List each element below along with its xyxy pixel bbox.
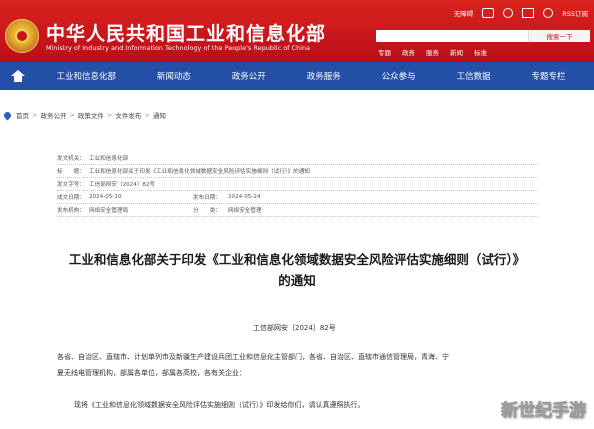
info-label: 发文字号： [57,182,85,188]
nav-item-open-gov[interactable]: 政务公开 [232,70,266,82]
info-value: 网络安全管理局 [89,208,129,214]
search-input[interactable] [376,30,528,42]
site-subtitle: Ministry of Industry and Information Tec… [46,44,311,52]
info-label: 发布机构： [57,208,85,214]
quick-link-affairs[interactable]: 政务 [402,47,415,57]
main-nav: 工业和信息化部 新闻动态 政务公开 政务服务 公众参与 工信数据 专题专栏 [0,62,594,90]
home-icon [11,70,25,82]
info-label: 分 类： [193,208,221,214]
info-row-title: 标 题： 工业和信息化部关于印发《工业和信息化领域数据安全风险评估实施细则（试行… [57,165,538,178]
site-header: 中华人民共和国工业和信息化部 Ministry of Industry and … [0,0,594,62]
wechat-icon[interactable] [503,8,514,18]
document-recipients-cont: 夏无线电管理机构，部属各单位，部属各高校，各有关企业： [57,369,246,377]
national-emblem-logo[interactable] [5,19,39,53]
info-row-publisher: 发布机构： 网络安全管理局 分 类： 网络安全管理 [57,204,538,217]
quick-link-topic[interactable]: 专题 [378,47,391,57]
info-label: 标 题： [57,169,85,175]
breadcrumb-open-gov[interactable]: 政务公开 [40,110,66,120]
breadcrumb: 首页 > 政务公开 > 政策文件 > 文件发布 > 通知 [2,110,166,120]
rss-link[interactable]: RSS订阅 [562,8,588,18]
breadcrumb-separator: > [144,111,150,119]
breadcrumb-policy[interactable]: 政策文件 [78,110,104,120]
document-title-cont: 的通知 [278,273,316,288]
info-value: 工业和信息化部 [89,156,129,162]
info-value: 工信部网安〔2024〕82号 [89,182,156,188]
document-info-table: 发文机关： 工业和信息化部 标 题： 工业和信息化部关于印发《工业和信息化领域数… [57,152,538,217]
mobile-icon[interactable] [543,8,554,18]
breadcrumb-release[interactable]: 文件发布 [115,110,141,120]
info-label: 发布日期： [193,195,221,201]
nav-item-participation[interactable]: 公众参与 [382,70,416,82]
breadcrumb-separator: > [106,111,113,119]
top-links: 无障碍 RSS订阅 [454,8,588,18]
document-body-text: 现将《工业和信息化领域数据安全风险评估实施细则（试行）》印发给你们，请认真遵照执… [74,401,365,409]
document-title: 工业和信息化部关于印发《工业和信息化领域数据安全风险评估实施细则（试行）》 [68,252,526,267]
nav-item-miit[interactable]: 工业和信息化部 [56,70,116,82]
quick-link-standard[interactable]: 标准 [474,47,487,57]
nav-item-news[interactable]: 新闻动态 [157,70,191,82]
quick-link-service[interactable]: 服务 [426,47,439,57]
location-icon [2,110,13,120]
breadcrumb-notice[interactable]: 通知 [153,110,166,120]
home-button[interactable] [0,62,36,90]
document-recipients: 各省、自治区、直辖市、计划单列市及新疆生产建设兵团工业和信息化主管部门，各省、自… [57,353,449,361]
search-bar: 搜索一下 [376,30,590,42]
accessibility-link[interactable]: 无障碍 [454,8,474,18]
breadcrumb-home[interactable]: 首页 [16,110,29,120]
info-row-doc-number: 发文字号： 工信部网安〔2024〕82号 [57,178,538,191]
watermark: 新世纪手游 [501,401,587,422]
nav-item-data[interactable]: 工信数据 [457,70,491,82]
breadcrumb-separator: > [69,111,75,119]
info-value: 工业和信息化部关于印发《工业和信息化领域数据安全风险评估实施细则（试行）》的通知 [89,169,310,175]
document-number: 工信部网安〔2024〕82号 [253,324,336,332]
info-row-issuer: 发文机关： 工业和信息化部 [57,152,538,165]
info-row-dates: 成文日期： 2024-05-10 发布日期： 2024-05-24 [57,191,538,204]
breadcrumb-separator: > [32,111,38,119]
info-label: 发文机关： [57,156,85,162]
search-button[interactable]: 搜索一下 [528,30,590,42]
info-label: 成文日期： [57,195,85,201]
quick-links: 专题 政务 服务 新闻 标准 [378,47,487,57]
info-value: 2024-05-10 [89,194,122,200]
info-value: 2024-05-24 [228,194,261,200]
nav-item-services[interactable]: 政务服务 [307,70,341,82]
mail-icon[interactable] [522,8,535,18]
nav-item-special[interactable]: 专题专栏 [531,70,565,82]
info-value: 网络安全管理 [228,208,262,214]
weibo-icon[interactable] [482,8,495,18]
quick-link-news[interactable]: 新闻 [450,47,463,57]
site-title[interactable]: 中华人民共和国工业和信息化部 [46,19,326,46]
